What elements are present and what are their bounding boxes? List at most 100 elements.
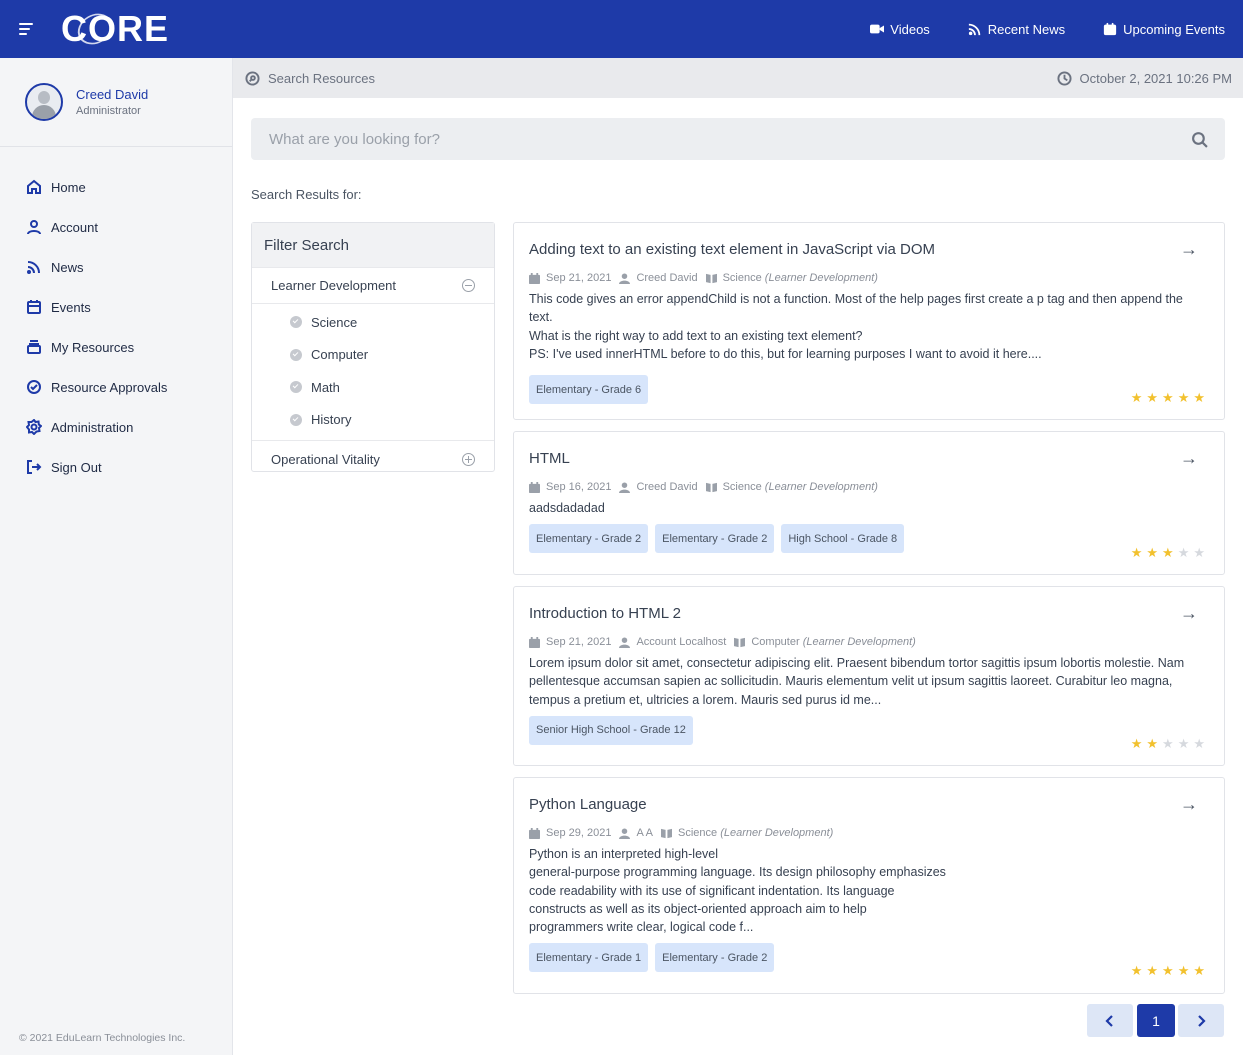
result-meta: Sep 21, 2021 Creed David Science (Learne…	[529, 272, 1209, 284]
filter-category-operational-vitality[interactable]: Operational Vitality	[252, 441, 494, 477]
result-card[interactable]: Python Language → Sep 29, 2021 A A Scien…	[513, 777, 1225, 994]
sidebar-item-sign-out[interactable]: Sign Out	[0, 447, 232, 487]
filter-option-science[interactable]: Science	[252, 306, 494, 339]
previous-page-button[interactable]	[1087, 1004, 1133, 1037]
sidebar-item-news[interactable]: News	[0, 247, 232, 287]
rating-stars: ★ ★ ★ ★ ★	[1131, 391, 1205, 404]
user-icon	[27, 220, 41, 235]
star-filled-icon: ★	[1146, 963, 1159, 978]
check-circle-icon	[290, 413, 302, 426]
filter-option-history[interactable]: History	[252, 404, 494, 437]
star-empty-icon: ★	[1177, 545, 1190, 560]
chevron-left-icon	[1105, 1014, 1113, 1027]
check-circle-icon	[290, 316, 302, 329]
filter-category-learner-development[interactable]: Learner Development	[252, 268, 494, 304]
star-filled-icon: ★	[1130, 545, 1143, 560]
grade-tag: Elementary - Grade 1	[529, 943, 649, 973]
avatar	[25, 83, 63, 121]
calendar-icon	[529, 481, 540, 493]
result-title[interactable]: HTML	[529, 450, 1209, 467]
search-resources-icon	[245, 70, 260, 86]
user-name: Creed David	[76, 87, 149, 102]
result-description: Python is an interpreted high-level gene…	[529, 847, 946, 935]
grade-tag: Elementary - Grade 6	[529, 375, 649, 405]
sidebar-nav: Home Account News Events My Resources Re…	[0, 147, 232, 487]
book-icon	[734, 637, 746, 647]
star-filled-icon: ★	[1162, 545, 1174, 560]
expand-icon[interactable]	[462, 452, 475, 466]
star-empty-icon: ★	[1193, 545, 1205, 560]
arrow-right-icon[interactable]: →	[1180, 794, 1198, 815]
star-filled-icon: ★	[1177, 390, 1190, 405]
sidebar-item-my-resources[interactable]: My Resources	[0, 327, 232, 367]
topnav-upcoming-events[interactable]: Upcoming Events	[1103, 22, 1225, 37]
sidebar-item-administration[interactable]: Administration	[0, 407, 232, 447]
grade-tag: Elementary - Grade 2	[655, 943, 775, 973]
filter-subcategories: Science Computer Math History	[252, 304, 494, 441]
filter-title: Filter Search	[252, 223, 494, 268]
results-label: Search Results for:	[251, 187, 362, 202]
page-title: Search Resources	[268, 70, 375, 86]
top-bar: CORE Videos Recent News Upcoming Events	[0, 0, 1243, 58]
arrow-right-icon[interactable]: →	[1180, 603, 1198, 624]
sidebar-item-account[interactable]: Account	[0, 207, 232, 247]
result-card[interactable]: HTML → Sep 16, 2021 Creed David Science …	[513, 431, 1225, 575]
star-filled-icon: ★	[1130, 390, 1143, 405]
result-description: Lorem ipsum dolor sit amet, consectetur …	[529, 656, 1185, 707]
rating-stars: ★ ★ ★ ★ ★	[1131, 737, 1205, 750]
result-card[interactable]: Introduction to HTML 2 → Sep 21, 2021 Ac…	[513, 586, 1225, 766]
calendar-icon	[529, 636, 540, 648]
sidebar-item-events[interactable]: Events	[0, 287, 232, 327]
star-filled-icon: ★	[1146, 545, 1159, 560]
result-meta: Sep 29, 2021 A A Science (Learner Develo…	[529, 827, 1209, 839]
result-meta: Sep 21, 2021 Account Localhost Computer …	[529, 636, 1209, 648]
user-role: Administrator	[76, 105, 141, 117]
topnav-videos[interactable]: Videos	[870, 22, 930, 37]
result-tags: Senior High School - Grade 12	[529, 715, 1209, 745]
star-filled-icon: ★	[1130, 736, 1143, 751]
breadcrumb: Search Resources	[245, 71, 375, 86]
star-empty-icon: ★	[1162, 736, 1174, 751]
star-filled-icon: ★	[1162, 963, 1174, 978]
result-description: This code gives an error appendChild is …	[529, 292, 1183, 361]
collapse-icon[interactable]	[462, 279, 475, 292]
page-number-button[interactable]: 1	[1137, 1004, 1175, 1037]
topnav-recent-news[interactable]: Recent News	[968, 22, 1065, 37]
stack-icon	[27, 340, 41, 354]
result-title[interactable]: Introduction to HTML 2	[529, 605, 1209, 622]
result-meta: Sep 16, 2021 Creed David Science (Learne…	[529, 481, 1209, 493]
star-filled-icon: ★	[1193, 963, 1205, 978]
grade-tag: High School - Grade 8	[781, 524, 905, 554]
search-icon[interactable]	[1191, 131, 1208, 148]
calendar-icon	[529, 272, 540, 284]
rating-stars: ★ ★ ★ ★ ★	[1131, 546, 1205, 559]
user-icon	[619, 272, 631, 284]
filter-option-computer[interactable]: Computer	[252, 339, 494, 372]
logo[interactable]: CORE	[61, 7, 169, 51]
book-icon	[660, 828, 672, 838]
next-page-button[interactable]	[1178, 1004, 1224, 1037]
calendar-icon	[1103, 22, 1117, 36]
rss-icon	[27, 261, 40, 274]
result-title[interactable]: Python Language	[529, 796, 1209, 813]
hamburger-menu-icon[interactable]	[19, 22, 39, 36]
result-card[interactable]: Adding text to an existing text element …	[513, 222, 1225, 420]
filter-option-math[interactable]: Math	[252, 371, 494, 404]
sidebar-item-home[interactable]: Home	[0, 167, 232, 207]
user-icon	[619, 481, 631, 493]
check-circle-icon	[290, 381, 302, 394]
arrow-right-icon[interactable]: →	[1180, 448, 1198, 469]
sidebar-item-resource-approvals[interactable]: Resource Approvals	[0, 367, 232, 407]
book-icon	[705, 273, 717, 283]
check-circle-icon	[27, 380, 41, 394]
sign-out-icon	[27, 460, 42, 474]
sidebar: Creed David Administrator Home Account N…	[0, 58, 233, 1055]
search-input[interactable]	[251, 118, 1191, 160]
star-empty-icon: ★	[1177, 736, 1190, 751]
calendar-icon	[27, 300, 41, 314]
arrow-right-icon[interactable]: →	[1180, 239, 1198, 260]
user-profile[interactable]: Creed David Administrator	[0, 58, 232, 147]
result-tags: Elementary - Grade 6	[529, 375, 1209, 405]
result-title[interactable]: Adding text to an existing text element …	[529, 241, 1209, 258]
top-nav: Videos Recent News Upcoming Events	[870, 0, 1225, 58]
